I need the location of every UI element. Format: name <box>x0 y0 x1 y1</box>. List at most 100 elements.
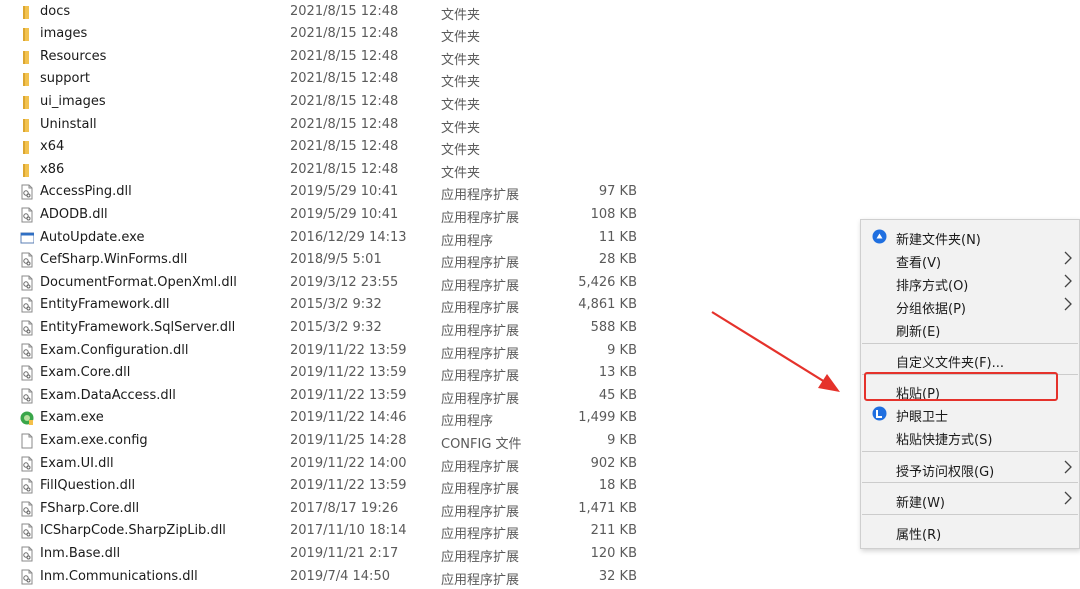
file-date: 2021/8/15 12:48 <box>290 139 399 155</box>
menu-item-label: 刷新(E) <box>896 325 941 340</box>
menu-item-paste-shortcut[interactable]: 粘贴快捷方式(S) <box>861 425 1079 448</box>
file-row[interactable]: Uninstall 2021/8/15 12:48 文件夹 <box>0 114 700 137</box>
eye-guard-icon <box>872 406 887 421</box>
file-row[interactable]: Exam.Core.dll 2019/11/22 13:59 应用程序扩展 13 KB <box>0 362 700 385</box>
menu-item-group-by[interactable]: 分组依据(P) <box>861 294 1079 317</box>
file-type: 文件夹 <box>441 52 481 68</box>
menu-item-label: 排序方式(O) <box>896 279 969 294</box>
file-row[interactable]: AccessPing.dll 2019/5/29 10:41 应用程序扩展 97 KB <box>0 181 700 204</box>
menu-item-give-access[interactable]: 授予访问权限(G) <box>861 457 1079 480</box>
file-row[interactable]: ui_images 2021/8/15 12:48 文件夹 <box>0 91 700 114</box>
file-type: 文件夹 <box>441 165 481 181</box>
file-type: 应用程序扩展 <box>441 369 520 385</box>
file-row[interactable]: Exam.UI.dll 2019/11/22 14:00 应用程序扩展 902 KB <box>0 453 700 476</box>
file-row[interactable]: EntityFramework.dll 2015/3/2 9:32 应用程序扩展 4,… <box>0 294 700 317</box>
file-size: 902 KB <box>590 455 637 471</box>
file-row[interactable]: CefSharp.WinForms.dll 2018/9/5 5:01 应用程序扩展… <box>0 249 700 272</box>
file-type: 应用程序扩展 <box>441 459 520 475</box>
file-date: 2021/8/15 12:48 <box>290 3 399 19</box>
file-row[interactable]: Inm.Base.dll 2019/11/21 2:17 应用程序扩展 120 KB <box>0 543 700 566</box>
file-row[interactable]: Exam.exe.config 2019/11/25 14:28 CONFIG 文件… <box>0 430 700 453</box>
menu-item-label: 自定义文件夹(F)... <box>896 356 1005 371</box>
file-row[interactable]: AutoUpdate.exe 2016/12/29 14:13 应用程序 11 KB <box>0 227 700 250</box>
file-name: ADODB.dll <box>40 206 108 222</box>
file-row[interactable]: DocumentFormat.OpenXml.dll 2019/3/12 23:5… <box>0 272 700 295</box>
file-row[interactable]: ICSharpCode.SharpZipLib.dll 2017/11/10 18… <box>0 520 700 543</box>
file-size: 5,426 KB <box>578 274 637 290</box>
file-date: 2019/11/22 14:46 <box>290 410 407 426</box>
menu-item-label: 新建(W) <box>896 496 945 511</box>
file-size: 108 KB <box>590 206 637 222</box>
file-size: 4,861 KB <box>578 297 637 313</box>
file-row[interactable]: images 2021/8/15 12:48 文件夹 <box>0 23 700 46</box>
file-type: 应用程序扩展 <box>441 504 520 520</box>
file-row[interactable]: FillQuestion.dll 2019/11/22 13:59 应用程序扩展 18… <box>0 475 700 498</box>
file-row[interactable]: EntityFramework.SqlServer.dll 2015/3/2 9:… <box>0 317 700 340</box>
menu-item-properties[interactable]: 属性(R) <box>861 520 1079 543</box>
file-name: Exam.DataAccess.dll <box>40 387 176 403</box>
menu-item-view[interactable]: 查看(V) <box>861 248 1079 271</box>
new-folder-icon <box>872 229 887 244</box>
file-name: Uninstall <box>40 116 97 132</box>
file-size: 32 KB <box>598 568 637 584</box>
file-row[interactable]: Exam.DataAccess.dll 2019/11/22 13:59 应用程序扩… <box>0 385 700 408</box>
file-name: ICSharpCode.SharpZipLib.dll <box>40 523 226 539</box>
file-name: ui_images <box>40 93 106 109</box>
file-name: x64 <box>40 139 65 155</box>
folder-icon <box>20 26 34 42</box>
file-date: 2021/8/15 12:48 <box>290 116 399 132</box>
exe-icon <box>20 230 35 246</box>
menu-item-label: 查看(V) <box>896 256 942 271</box>
file-size: 13 KB <box>598 365 637 381</box>
file-row[interactable]: x86 2021/8/15 12:48 文件夹 <box>0 159 700 182</box>
file-icon <box>20 433 34 449</box>
dll-icon <box>20 207 34 223</box>
file-row[interactable]: docs 2021/8/15 12:48 文件夹 <box>0 1 700 24</box>
file-date: 2017/11/10 18:14 <box>290 523 407 539</box>
file-name: CefSharp.WinForms.dll <box>40 252 188 268</box>
dll-icon <box>20 456 34 472</box>
menu-item-label: 粘贴(P) <box>896 387 940 402</box>
file-row[interactable]: x64 2021/8/15 12:48 文件夹 <box>0 136 700 159</box>
file-name: x86 <box>40 161 65 177</box>
menu-item-new-folder[interactable]: 新建文件夹(N) <box>861 225 1079 248</box>
menu-item-refresh[interactable]: 刷新(E) <box>861 317 1079 340</box>
file-type: 应用程序 <box>441 233 494 249</box>
file-type: 应用程序扩展 <box>441 549 520 565</box>
file-row[interactable]: Exam.exe 2019/11/22 14:46 应用程序 1,499 KB <box>0 407 700 430</box>
file-type: 应用程序扩展 <box>441 572 520 588</box>
file-type: 文件夹 <box>441 7 481 23</box>
file-name: Inm.Base.dll <box>40 545 121 561</box>
menu-item-paste[interactable]: 粘贴(P) <box>861 379 1079 402</box>
menu-item-eye-guard[interactable]: 护眼卫士 <box>861 402 1079 425</box>
file-name: Exam.exe <box>40 410 104 426</box>
menu-item-new[interactable]: 新建(W) <box>861 488 1079 511</box>
file-size: 9 KB <box>607 342 637 358</box>
menu-item-label: 属性(R) <box>896 528 942 543</box>
file-date: 2019/3/12 23:55 <box>290 274 399 290</box>
file-size: 28 KB <box>598 252 637 268</box>
menu-item-sort-by[interactable]: 排序方式(O) <box>861 271 1079 294</box>
file-size: 1,471 KB <box>578 500 637 516</box>
dll-icon <box>20 569 34 585</box>
file-row[interactable]: ADODB.dll 2019/5/29 10:41 应用程序扩展 108 KB <box>0 204 700 227</box>
file-date: 2019/11/21 2:17 <box>290 545 399 561</box>
file-row[interactable]: Exam.Configuration.dll 2019/11/22 13:59 应用… <box>0 340 700 363</box>
file-row[interactable]: support 2021/8/15 12:48 文件夹 <box>0 68 700 91</box>
menu-separator <box>862 374 1078 375</box>
app-green-icon <box>20 410 34 426</box>
file-date: 2021/8/15 12:48 <box>290 26 399 42</box>
file-date: 2016/12/29 14:13 <box>290 229 407 245</box>
folder-icon <box>20 94 34 110</box>
file-row[interactable]: Inm.Communications.dll 2019/7/4 14:50 应用程序… <box>0 566 700 589</box>
file-size: 97 KB <box>598 184 637 200</box>
file-row[interactable]: Resources 2021/8/15 12:48 文件夹 <box>0 46 700 69</box>
menu-item-customize-folder[interactable]: 自定义文件夹(F)... <box>861 348 1079 371</box>
folder-icon <box>20 117 34 133</box>
file-name: AccessPing.dll <box>40 184 132 200</box>
file-row[interactable]: FSharp.Core.dll 2017/8/17 19:26 应用程序扩展 1,47… <box>0 498 700 521</box>
file-name: AutoUpdate.exe <box>40 229 145 245</box>
file-size: 211 KB <box>590 523 637 539</box>
chevron-right-icon <box>1063 250 1073 266</box>
file-type: 应用程序扩展 <box>441 527 520 543</box>
